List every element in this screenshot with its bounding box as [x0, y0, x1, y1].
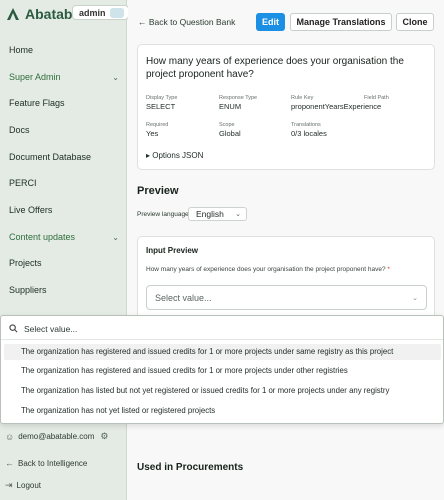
dropdown-option[interactable]: The organization has not yet listed or r… [4, 403, 441, 419]
sidebar-item-live-offers[interactable]: Live Offers [9, 205, 119, 215]
sidebar-item-label: PERCI [9, 178, 37, 188]
display-type-value: SELECT [146, 102, 176, 111]
preview-question-label: How many years of experience does your o… [146, 266, 386, 273]
input-preview-title: Input Preview [146, 246, 199, 255]
logout-label: Logout [16, 481, 42, 490]
translations-label: Translations [291, 122, 321, 128]
sidebar-item-label: Home [9, 45, 34, 55]
display-type-label: Display Type [146, 95, 178, 101]
sidebar-item-label: Document Database [9, 152, 92, 162]
sidebar-item-perci[interactable]: PERCI [9, 178, 119, 188]
preview-language-value: English [196, 209, 224, 219]
main-content: ← Back to Question Bank Edit Manage Tran… [128, 0, 444, 500]
sidebar-item-content-updates[interactable]: Content updates ⌄ [9, 232, 119, 242]
user-email: demo@abatable.com [18, 432, 95, 441]
sidebar-item-label: Docs [9, 125, 30, 135]
scope-value: Global [219, 129, 241, 138]
sidebar-item-docs[interactable]: Docs [9, 125, 119, 135]
sidebar-item-super-admin[interactable]: Super Admin ⌄ [9, 72, 119, 82]
preview-answer-select[interactable]: Select value... ⌄ [146, 285, 427, 310]
rule-key-value: proponentYearsExperience [291, 102, 382, 111]
arrow-left-icon: ← [5, 458, 14, 468]
abatable-logo-icon [7, 8, 19, 20]
input-preview-card: Input Preview How many years of experien… [137, 236, 435, 316]
options-json-label: Options JSON [152, 151, 204, 160]
chevron-down-icon: ⌄ [412, 295, 418, 302]
arrow-left-icon: ← [138, 17, 149, 27]
sidebar-item-feature-flags[interactable]: Feature Flags [9, 98, 119, 108]
back-to-intelligence-label: Back to Intelligence [18, 458, 88, 468]
sidebar-item-label: Suppliers [9, 285, 47, 295]
sidebar-item-document-database[interactable]: Document Database [9, 152, 119, 162]
edit-button[interactable]: Edit [256, 13, 285, 31]
preview-heading: Preview [137, 185, 179, 197]
response-type-value: ENUM [219, 102, 242, 111]
rule-key-label: Rule Key [291, 95, 314, 101]
sidebar-item-label: Super Admin [9, 72, 61, 82]
sidebar-item-label: Projects [9, 258, 42, 268]
translations-value: 0/3 locales [291, 129, 327, 138]
user-icon: ☺ [5, 431, 15, 442]
options-json-toggle[interactable]: ▸ Options JSON [146, 151, 203, 160]
chevron-down-icon: ⌄ [112, 232, 119, 242]
sidebar-item-label: Live Offers [9, 205, 53, 215]
scope-label: Scope [219, 122, 235, 128]
response-type-label: Response Type [219, 95, 258, 101]
used-in-procurements-heading: Used in Procurements [137, 462, 244, 473]
field-path-label: Field Path [364, 95, 389, 101]
chevron-down-icon: ⌄ [235, 211, 241, 218]
search-icon [9, 324, 18, 333]
dropdown-option[interactable]: The organization has registered and issu… [4, 344, 441, 360]
admin-role-pill[interactable]: admin [72, 5, 129, 20]
required-label: Required [146, 122, 169, 128]
required-value: Yes [146, 129, 159, 138]
logout-link[interactable]: ⇥ Logout [5, 480, 41, 491]
dropdown-option[interactable]: The organization has registered and issu… [4, 363, 441, 379]
dropdown-option[interactable]: The organization has listed but not yet … [4, 383, 441, 399]
back-to-question-bank-label: Back to Question Bank [148, 17, 236, 27]
back-to-intelligence-link[interactable]: ← Back to Intelligence [5, 458, 87, 468]
preview-language-label: Preview language: [137, 211, 191, 218]
dropdown-divider [1, 339, 443, 340]
preview-answer-placeholder: Select value... [155, 293, 212, 303]
logout-icon: ⇥ [5, 480, 13, 490]
user-account[interactable]: ☺ demo@abatable.com ⚙ [5, 431, 112, 442]
dropdown-search-input[interactable]: Select value... [9, 321, 439, 336]
sidebar-item-suppliers[interactable]: Suppliers [9, 285, 119, 295]
preview-question-text: How many years of experience does your o… [146, 266, 390, 273]
sidebar-item-label: Content updates [9, 232, 76, 242]
chevron-down-icon: ⌄ [112, 72, 119, 82]
sidebar-item-projects[interactable]: Projects [9, 258, 119, 268]
sidebar-item-label: Feature Flags [9, 98, 65, 108]
manage-translations-button[interactable]: Manage Translations [290, 13, 392, 31]
required-marker: * [387, 266, 390, 273]
question-details-card: How many years of experience does your o… [137, 44, 435, 170]
clone-button[interactable]: Clone [396, 13, 434, 31]
question-title: How many years of experience does your o… [146, 56, 404, 80]
gear-icon[interactable]: ⚙ [100, 431, 108, 442]
sidebar: Abatable admin Home Super Admin ⌄ Featur… [0, 0, 129, 500]
avatar [109, 7, 124, 18]
select-dropdown: Select value... The organization has reg… [0, 315, 444, 424]
preview-language-select[interactable]: English ⌄ [188, 207, 247, 221]
dropdown-search-placeholder: Select value... [24, 323, 78, 334]
back-to-question-bank-link[interactable]: ← Back to Question Bank [138, 17, 235, 27]
sidebar-item-home[interactable]: Home [9, 45, 119, 55]
admin-role-label: admin [79, 7, 106, 18]
